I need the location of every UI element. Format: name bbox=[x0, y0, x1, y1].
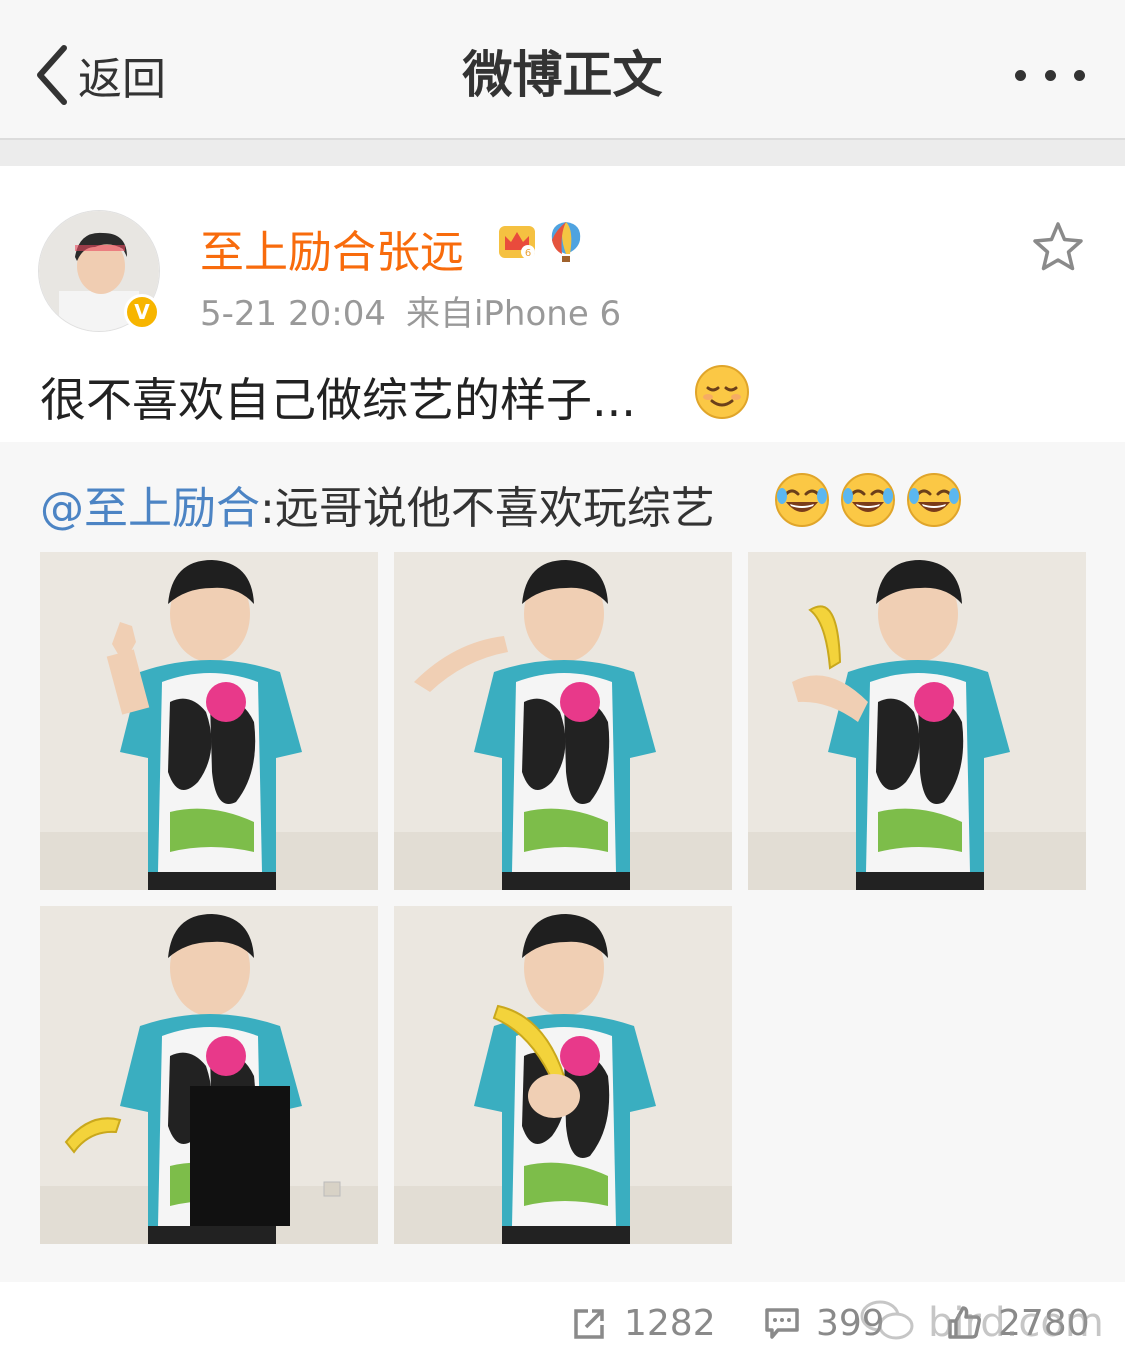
repost-icon bbox=[574, 1309, 604, 1339]
watermark: bird.com bbox=[858, 1296, 1104, 1352]
reposted-content[interactable]: @至上励合:远哥说他不喜欢玩综艺 bbox=[0, 442, 1125, 1282]
action-bar: 1282 399 2780 bird.com bbox=[0, 1282, 1125, 1368]
star-icon[interactable] bbox=[1030, 220, 1086, 274]
laughing-tears-emoji bbox=[774, 472, 830, 528]
repost-button[interactable]: 1282 bbox=[572, 1298, 716, 1348]
comment-icon bbox=[765, 1308, 799, 1339]
photo-1[interactable] bbox=[40, 552, 378, 890]
repost-count: 1282 bbox=[624, 1302, 716, 1344]
wechat-logo-icon bbox=[860, 1300, 914, 1340]
watermark-text: bird.com bbox=[928, 1300, 1104, 1346]
repost-text: @至上励合:远哥说他不喜欢玩综艺 bbox=[40, 472, 715, 536]
nav-bar: 返回 微博正文 bbox=[0, 0, 1125, 140]
post-source: 来自iPhone 6 bbox=[405, 294, 622, 334]
crown-badge-icon: 6 bbox=[499, 226, 535, 259]
post-meta: 5-21 20:04 来自iPhone 6 bbox=[200, 286, 621, 335]
photo-4[interactable] bbox=[40, 906, 378, 1244]
page-title: 微博正文 bbox=[462, 46, 663, 104]
balloon-icon bbox=[551, 222, 581, 262]
username[interactable]: 至上励合张远 bbox=[200, 216, 464, 280]
section-divider bbox=[0, 140, 1125, 166]
mention-link[interactable]: @至上励合 bbox=[40, 483, 260, 534]
laughing-tears-emoji bbox=[906, 472, 962, 528]
photo-5[interactable] bbox=[394, 906, 732, 1244]
post-text: 很不喜欢自己做综艺的样子... bbox=[40, 373, 636, 427]
repost-body: :远哥说他不喜欢玩综艺 bbox=[260, 483, 715, 534]
photo-3[interactable] bbox=[748, 552, 1086, 890]
verified-badge-icon: V bbox=[124, 294, 160, 330]
more-icon[interactable] bbox=[1015, 60, 1085, 90]
svg-text:6: 6 bbox=[525, 248, 531, 259]
relaxed-face-emoji bbox=[695, 365, 749, 419]
post-card: V 至上励合张远 6 5-21 20:04 来自iPhone 6 很不喜欢自己做综… bbox=[0, 166, 1125, 442]
post-time: 5-21 20:04 bbox=[200, 294, 386, 334]
photo-2[interactable] bbox=[394, 552, 732, 890]
laughing-tears-emoji bbox=[840, 472, 896, 528]
